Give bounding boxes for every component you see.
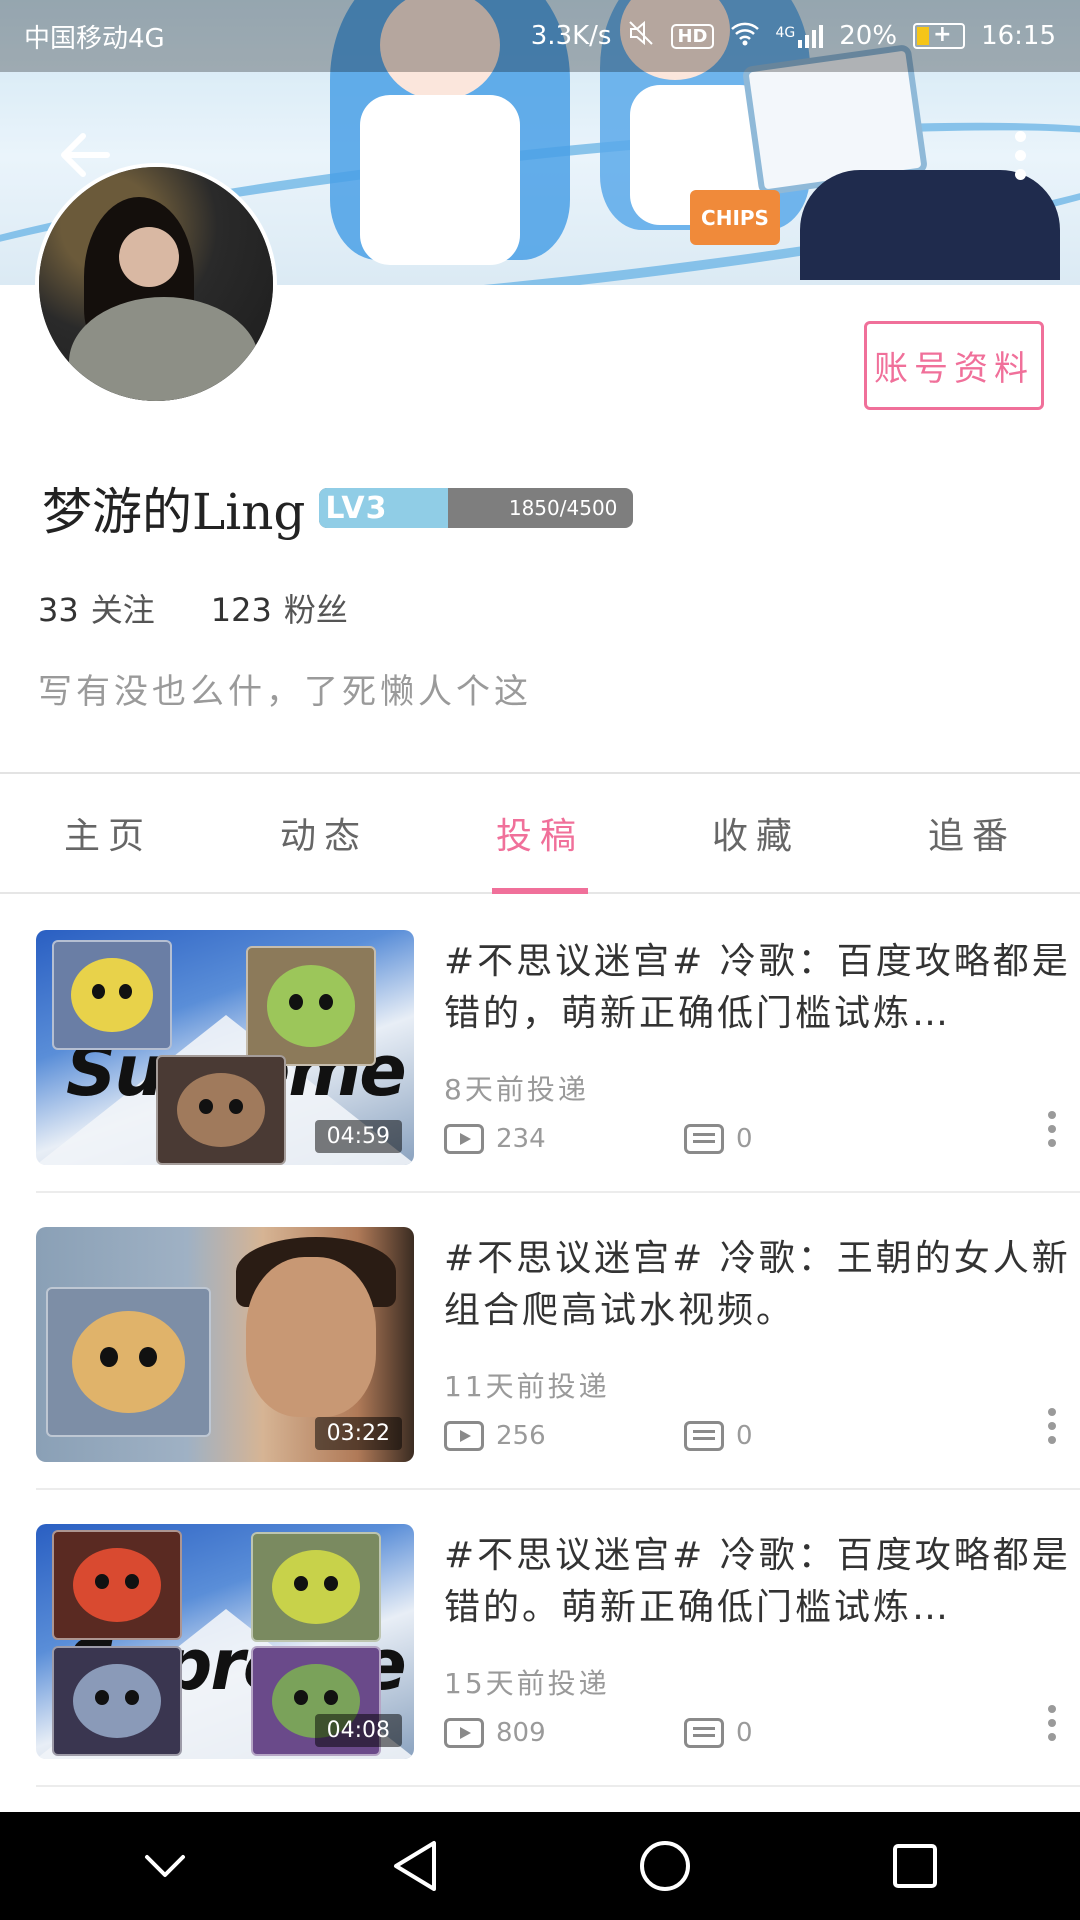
video-duration: 04:59 bbox=[314, 1120, 402, 1153]
danmaku-count-icon bbox=[684, 1718, 724, 1748]
following-label: 关注 bbox=[90, 591, 155, 629]
banner-chips-sticker: CHIPS bbox=[690, 190, 780, 245]
battery-percent: 20% bbox=[839, 21, 898, 51]
video-thumbnail[interactable]: Supreme 04:59 bbox=[36, 930, 414, 1165]
video-title[interactable]: #不思议迷宫# 冷歌：王朝的女人新组合爬高试水视频。 bbox=[444, 1233, 1080, 1337]
play-count-icon bbox=[444, 1718, 484, 1748]
list-item[interactable]: Supreme 04:59 #不思议迷宫# 冷歌：百度攻略都是错的，萌新正确低门… bbox=[36, 896, 1080, 1193]
status-icons: 3.3K/s HD 4G 20% + 16:15 bbox=[531, 19, 1056, 54]
following-count: 33 bbox=[38, 591, 79, 629]
video-thumbnail[interactable]: Supreme 04:08 bbox=[36, 1524, 414, 1759]
video-stats: 234 0 bbox=[444, 1124, 1080, 1154]
nav-back-button[interactable] bbox=[375, 1826, 455, 1906]
video-upload-time: 11天前投递 bbox=[444, 1370, 610, 1403]
video-more-button[interactable] bbox=[1048, 1705, 1056, 1741]
video-thumbnail[interactable]: 03:22 bbox=[36, 1227, 414, 1462]
level-xp: 1850/4500 bbox=[508, 496, 618, 520]
status-bar: 中国移动4G 3.3K/s HD 4G 20% + 16:15 bbox=[0, 0, 1080, 72]
game-character-icon bbox=[52, 1646, 182, 1756]
play-count-icon bbox=[444, 1124, 484, 1154]
tab-following-anime[interactable]: 追番 bbox=[864, 774, 1080, 892]
tab-uploads[interactable]: 投稿 bbox=[432, 774, 648, 892]
game-character-icon bbox=[52, 940, 172, 1050]
followers-stat[interactable]: 123 粉丝 bbox=[211, 585, 348, 631]
game-character-icon bbox=[52, 1530, 182, 1640]
video-more-button[interactable] bbox=[1048, 1408, 1056, 1444]
banner-character-left-body bbox=[360, 95, 520, 265]
play-count-icon bbox=[444, 1421, 484, 1451]
clock: 16:15 bbox=[981, 21, 1056, 51]
more-options-button[interactable] bbox=[1000, 120, 1040, 190]
user-signature: 写有没也么什，了死懒人个这 bbox=[38, 672, 532, 712]
video-duration: 04:08 bbox=[314, 1714, 402, 1747]
video-list: Supreme 04:59 #不思议迷宫# 冷歌：百度攻略都是错的，萌新正确低门… bbox=[0, 896, 1080, 1787]
followers-count: 123 bbox=[210, 591, 272, 629]
play-count: 809 bbox=[496, 1718, 546, 1748]
tab-favorites[interactable]: 收藏 bbox=[648, 774, 864, 892]
circle-home-icon bbox=[640, 1841, 690, 1891]
chevron-down-icon bbox=[145, 1855, 185, 1877]
game-character-icon bbox=[46, 1287, 211, 1437]
account-info-button[interactable]: 账号资料 bbox=[864, 321, 1044, 410]
signal-type: 4G bbox=[775, 24, 796, 41]
following-stat[interactable]: 33 关注 bbox=[38, 585, 155, 631]
video-duration: 03:22 bbox=[314, 1417, 402, 1450]
list-item[interactable]: 03:22 #不思议迷宫# 冷歌：王朝的女人新组合爬高试水视频。 11天前投递 … bbox=[36, 1193, 1080, 1490]
net-speed: 3.3K/s bbox=[530, 21, 612, 51]
name-row: 梦游的Ling LV3 1850/4500 bbox=[42, 478, 634, 541]
play-count: 256 bbox=[496, 1421, 546, 1451]
username: 梦游的Ling bbox=[42, 483, 306, 541]
more-dot-icon bbox=[1014, 130, 1026, 142]
more-dot-icon bbox=[1014, 149, 1026, 161]
more-dot-icon bbox=[1014, 168, 1026, 180]
danmaku-count: 0 bbox=[736, 1421, 753, 1451]
tab-activity[interactable]: 动态 bbox=[216, 774, 432, 892]
nav-home-button[interactable] bbox=[625, 1826, 705, 1906]
nav-collapse-button[interactable] bbox=[125, 1826, 205, 1906]
danmaku-count: 0 bbox=[736, 1124, 753, 1154]
video-title[interactable]: #不思议迷宫# 冷歌：百度攻略都是错的。萌新正确低门槛试炼… bbox=[444, 1530, 1080, 1634]
cell-signal-icon: 4G bbox=[775, 24, 824, 48]
list-item[interactable]: Supreme 04:08 #不思议迷宫# 冷歌：百度攻略都是错的。萌新正确低门… bbox=[36, 1490, 1080, 1787]
danmaku-count: 0 bbox=[736, 1718, 753, 1748]
play-count: 234 bbox=[496, 1124, 546, 1154]
hd-icon: HD bbox=[671, 23, 714, 49]
game-character-icon bbox=[246, 946, 376, 1066]
system-nav-bar bbox=[0, 1812, 1080, 1920]
level-badge: LV3 bbox=[325, 490, 388, 526]
carrier-label: 中国移动4G bbox=[24, 23, 165, 54]
triangle-back-icon bbox=[394, 1841, 436, 1891]
danmaku-count-icon bbox=[684, 1124, 724, 1154]
profile-tabs: 主页 动态 投稿 收藏 追番 bbox=[0, 774, 1080, 894]
mute-icon bbox=[627, 19, 655, 54]
tab-home[interactable]: 主页 bbox=[0, 774, 216, 892]
level-bar: LV3 1850/4500 bbox=[319, 488, 634, 528]
video-upload-time: 15天前投递 bbox=[444, 1667, 610, 1700]
followers-label: 粉丝 bbox=[283, 591, 348, 629]
game-character-icon bbox=[251, 1532, 381, 1642]
square-recents-icon bbox=[893, 1844, 937, 1888]
battery-icon: + bbox=[913, 22, 966, 49]
danmaku-count-icon bbox=[684, 1421, 724, 1451]
game-character-icon bbox=[156, 1055, 286, 1165]
video-upload-time: 8天前投递 bbox=[444, 1073, 589, 1106]
avatar[interactable] bbox=[35, 163, 277, 405]
nav-recents-button[interactable] bbox=[875, 1826, 955, 1906]
follow-stats: 33 关注 123 粉丝 bbox=[38, 585, 348, 631]
wifi-icon bbox=[730, 20, 760, 53]
video-stats: 256 0 bbox=[444, 1421, 1080, 1451]
video-title[interactable]: #不思议迷宫# 冷歌：百度攻略都是错的，萌新正确低门槛试炼… bbox=[444, 936, 1080, 1040]
video-stats: 809 0 bbox=[444, 1718, 1080, 1748]
video-more-button[interactable] bbox=[1048, 1111, 1056, 1147]
